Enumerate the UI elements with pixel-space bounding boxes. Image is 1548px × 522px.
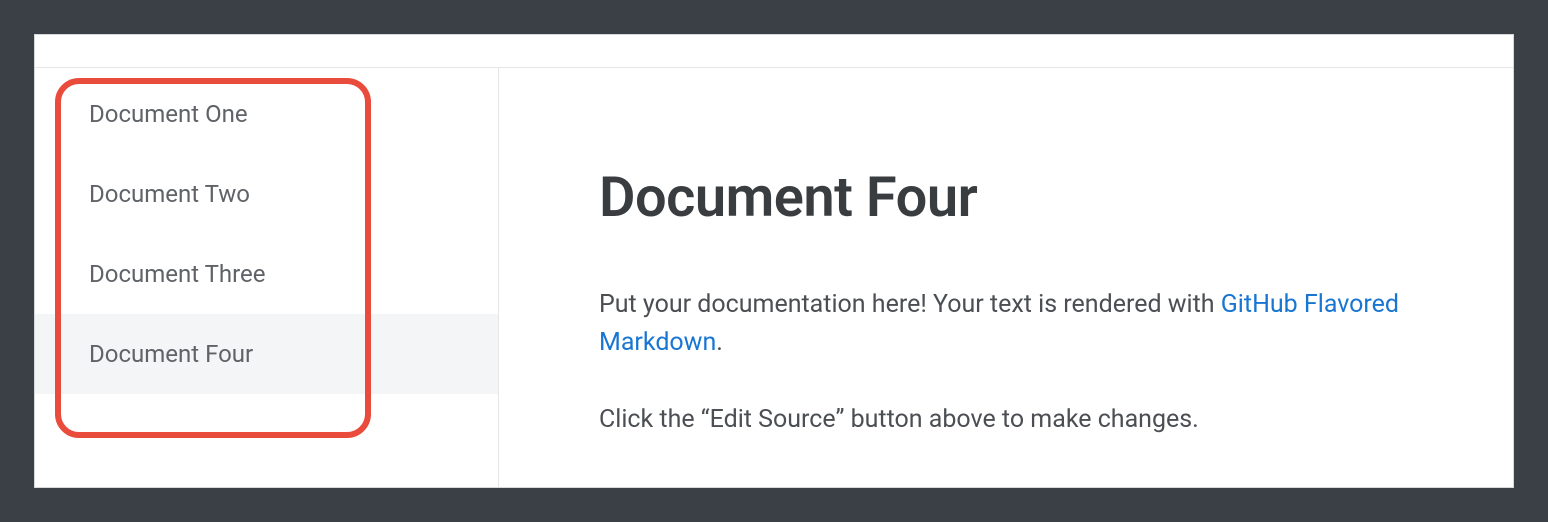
- main-layout: Document One Document Two Document Three…: [35, 68, 1513, 487]
- instruction-paragraph: Click the “Edit Source” button above to …: [599, 401, 1413, 439]
- page-title: Document Four: [599, 164, 1413, 230]
- sidebar-item-label: Document Two: [89, 180, 250, 208]
- sidebar-item-label: Document Three: [89, 260, 266, 288]
- sidebar: Document One Document Two Document Three…: [35, 68, 499, 487]
- content-area: Document Four Put your documentation her…: [499, 68, 1513, 487]
- intro-text-suffix: .: [716, 328, 723, 357]
- intro-text-prefix: Put your documentation here! Your text i…: [599, 290, 1221, 319]
- sidebar-item-label: Document Four: [89, 340, 253, 368]
- sidebar-item-document-one[interactable]: Document One: [35, 74, 498, 154]
- app-window: Document One Document Two Document Three…: [34, 34, 1514, 488]
- sidebar-item-document-two[interactable]: Document Two: [35, 154, 498, 234]
- sidebar-item-document-three[interactable]: Document Three: [35, 234, 498, 314]
- sidebar-item-label: Document One: [89, 100, 248, 128]
- sidebar-item-document-four[interactable]: Document Four: [35, 314, 498, 394]
- top-bar: [35, 35, 1513, 68]
- intro-paragraph: Put your documentation here! Your text i…: [599, 286, 1413, 361]
